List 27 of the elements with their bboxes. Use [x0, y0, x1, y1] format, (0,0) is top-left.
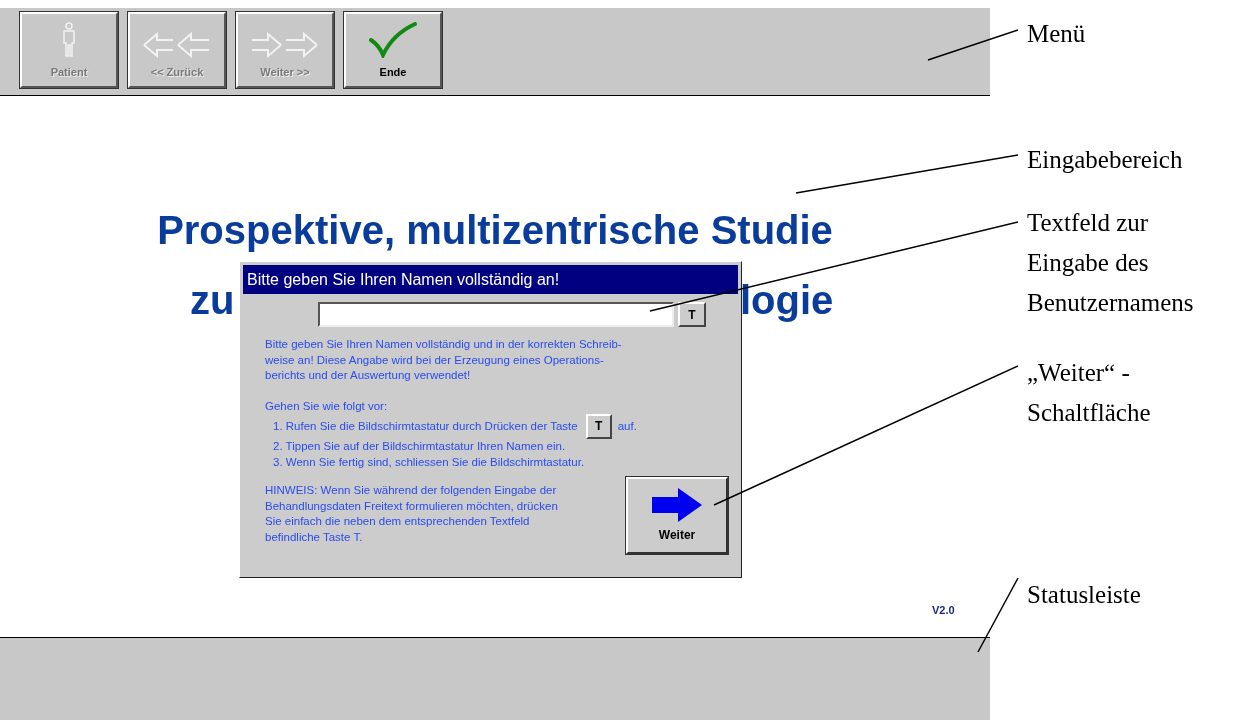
step-text: 2. Tippen Sie auf der Bildschirmtastatur Ihren Namen ein.	[273, 439, 566, 454]
menu-button[interactable]: Ende	[344, 12, 442, 88]
double-right-arrow-icon	[250, 31, 320, 58]
name-field[interactable]	[318, 302, 674, 327]
study-title: logie	[740, 280, 834, 320]
person-icon	[61, 21, 77, 58]
keyboard-key[interactable]: T	[585, 414, 612, 439]
study-title: Prospektive, multizentrische Studie	[156, 210, 834, 250]
annotation-label: Textfeld zur Eingabe des Benutzernamens	[1027, 208, 1194, 318]
study-title: zu	[190, 280, 235, 320]
step-text: auf.	[617, 418, 637, 434]
intro-text: Bitte geben Sie Ihren Namen vollständig und in der korrekten Schreib- weise an! Diese Angabe wird bei der Erzeugung eines Operations- berichts und der Auswertung verwendet!	[265, 337, 623, 383]
annotation-label: Menü	[1027, 19, 1086, 49]
annotation-label: Eingabebereich	[1027, 145, 1183, 175]
next-button[interactable]: Weiter	[626, 477, 728, 554]
step-text: 1. Rufen Sie die Bildschirmtastatur durch Drücken der Taste	[273, 418, 578, 434]
double-left-arrow-icon	[142, 31, 212, 58]
note-text: HINWEIS: Wenn Sie während der folgenden Eingabe der Behandlungsdaten Freitext formulieren möchten, drücken Sie einfach die neben dem entsprechenden Textfeld befindliche Taste T.	[265, 483, 559, 545]
steps-heading: Gehen Sie wie folgt vor:	[265, 398, 389, 414]
right-arrow-icon	[652, 487, 702, 522]
annotation-label: „Weiter“ - Schaltfläche	[1027, 358, 1151, 428]
check-icon	[368, 21, 418, 58]
version-label: V2.0	[932, 603, 955, 618]
dialog-title: Bitte geben Sie Ihren Namen vollständig an!	[243, 265, 738, 294]
step-text: 3. Wenn Sie fertig sind, schliessen Sie die Bildschirmtastatur.	[273, 454, 585, 470]
annotation-label: Statusleiste	[1027, 580, 1141, 610]
keyboard-button[interactable]: T	[678, 302, 706, 327]
